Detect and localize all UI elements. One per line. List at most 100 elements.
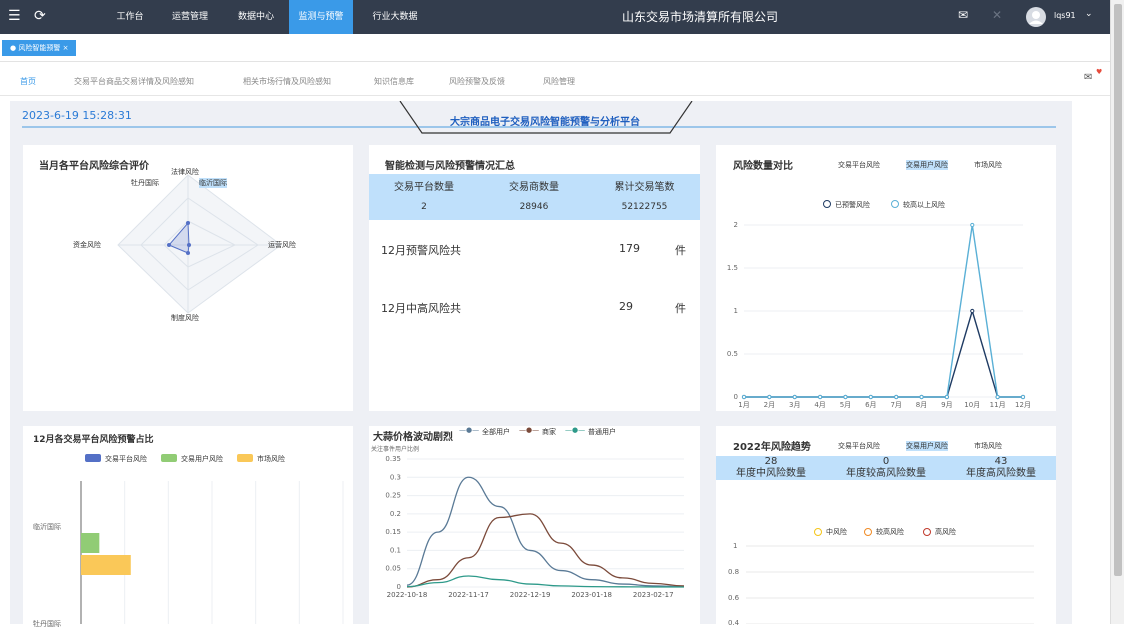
tab-risk-feedback[interactable]: 风险预警及反馈	[449, 76, 505, 87]
tab-home[interactable]: 首页	[20, 76, 36, 87]
tag-risk-warning[interactable]: ● 风险智能预警 ×	[2, 40, 77, 56]
radar-point	[167, 243, 171, 247]
radar-point	[186, 251, 190, 255]
username[interactable]: lqs91	[1054, 11, 1076, 20]
x-tick-label: 2022-11-17	[448, 591, 489, 599]
trend-panel: 2022年风险趋势 交易平台风险 交易用户风险 市场风险 28 年度中风险数量 …	[716, 426, 1056, 627]
bar	[81, 533, 100, 553]
data-point	[868, 394, 873, 400]
y-tick-label: 0	[734, 393, 738, 401]
x-tick-label: 10月	[964, 401, 980, 409]
x-tick-label: 2023-01-18	[571, 591, 612, 599]
summary-value: 52122755	[621, 202, 668, 212]
x-tick-label: 9月	[941, 401, 952, 409]
bar	[81, 555, 131, 575]
y-tick-label: 0.35	[385, 455, 401, 463]
data-point	[817, 394, 823, 400]
nav-workbench[interactable]: 工作台	[104, 0, 156, 34]
garlic-panel: 大蒜价格波动剧烈 关注事件用户比例 —●— 全部用户 —●— 商家 —●— 普通…	[369, 426, 700, 624]
top-navbar: ☰ ⟳ 工作台 运营管理 数据中心 监测与预警 行业大数据 山东交易市场清算所有…	[0, 0, 1110, 34]
x-tick-label: 1月	[738, 401, 749, 409]
high-risk-label: 12月中高风险共	[381, 302, 461, 315]
tag-bar: ● 风险智能预警 ×	[0, 34, 1110, 62]
header-banner: 大宗商品电子交易风险智能预警与分析平台	[450, 117, 640, 128]
nav-operations[interactable]: 运营管理	[164, 0, 216, 34]
radar-point	[186, 221, 190, 225]
high-risk-unit: 件	[675, 302, 686, 315]
summary-header: 累计交易笔数	[614, 182, 675, 193]
x-tick-label: 2023-02-17	[633, 591, 674, 599]
tab-trade-details[interactable]: 交易平台商品交易详情及风险感知	[74, 76, 194, 87]
share-chart	[80, 481, 344, 624]
category-label: 临沂国际	[33, 523, 61, 531]
summary-table: 交易平台数量 交易商数量 累计交易笔数 2 28946 52122755	[369, 174, 700, 220]
summary-title: 智能检测与风险预警情况汇总	[385, 161, 515, 172]
data-point	[894, 394, 899, 400]
nav-data-center[interactable]: 数据中心	[228, 0, 284, 34]
x-tick-label: 3月	[789, 401, 800, 409]
data-point	[919, 394, 924, 400]
warning-count: 179	[619, 242, 640, 255]
x-tick-label: 2022-12-19	[510, 591, 551, 599]
radar-legend-mudan[interactable]: 牡丹国际	[131, 178, 159, 188]
data-point	[741, 394, 747, 400]
y-tick-label: 0.15	[385, 528, 401, 536]
warning-label: 12月预警风险共	[381, 244, 461, 257]
share-panel: 12月各交易平台风险预警占比 交易平台风险 交易用户风险 市场风险 临沂国际 牡…	[23, 426, 353, 628]
heart-icon: ♥	[1096, 68, 1103, 76]
trend-chart	[746, 545, 1034, 624]
nav-industry-data[interactable]: 行业大数据	[360, 0, 430, 34]
radar-point	[187, 243, 191, 247]
tab-market-quotes[interactable]: 相关市场行情及风险感知	[243, 76, 331, 87]
mail-icon[interactable]: ✉	[958, 8, 968, 22]
x-tick-label: 6月	[865, 401, 876, 409]
y-tick-label: 0	[397, 583, 401, 591]
y-tick-label: 0.3	[390, 473, 401, 481]
scrollbar[interactable]	[1110, 0, 1124, 624]
x-tick-label: 4月	[814, 401, 825, 409]
x-tick-label: 2022-10-18	[387, 591, 428, 599]
tab-risk-management[interactable]: 风险管理	[543, 76, 575, 87]
y-tick-label: 0.25	[385, 492, 401, 500]
data-point	[767, 394, 772, 400]
data-point	[843, 394, 848, 400]
y-tick-label: 0.5	[727, 350, 738, 358]
data-point	[1020, 394, 1026, 400]
tab-bar: 首页 交易平台商品交易详情及风险感知 相关市场行情及风险感知 知识信息库 风险预…	[0, 68, 1110, 96]
app-title: 山东交易市场清算所有限公司	[621, 10, 778, 24]
chevron-down-icon[interactable]: ⌄	[1085, 9, 1093, 19]
avatar[interactable]	[1026, 7, 1046, 27]
radar-panel: 当月各平台风险综合评价 牡丹国际 临沂国际 法律风险 运营风险 制度风险 资金风…	[23, 145, 353, 411]
radar-legend-linyi[interactable]: 临沂国际	[199, 178, 227, 188]
trend-ytick: 0.6	[728, 594, 740, 602]
close-icon[interactable]: ✕	[992, 8, 1002, 22]
summary-header: 交易商数量	[509, 182, 559, 193]
y-tick-label: 0.1	[390, 546, 401, 554]
compare-chart: 0 0.5 1 1.5 2 1月 2月 3月 4月 5月 6月 7月 8月 9月 10月 11月 12月	[727, 221, 1031, 409]
data-point	[970, 222, 975, 228]
y-tick-label: 2	[734, 221, 738, 229]
dashboard: 2023-6-19 15:28:31 大宗商品电子交易风险智能预警与分析平台 当…	[10, 101, 1072, 628]
category-label: 牡丹国际	[33, 620, 61, 628]
x-tick-label: 12月	[1015, 401, 1031, 409]
summary-value: 28946	[519, 202, 549, 212]
x-tick-label: 2月	[764, 401, 775, 409]
y-tick-label: 0.05	[385, 565, 401, 573]
summary-panel: 智能检测与风险预警情况汇总 交易平台数量 交易商数量 累计交易笔数 2 2894…	[369, 145, 700, 411]
menu-icon[interactable]: ☰	[8, 8, 21, 24]
garlic-chart: 0 0.05 0.1 0.15 0.2 0.25 0.3 0.35 2022-10-18 2022…	[385, 455, 685, 599]
warning-unit: 件	[675, 244, 686, 257]
refresh-icon[interactable]: ⟳	[34, 8, 46, 24]
x-tick-label: 11月	[990, 401, 1006, 409]
compare-panel: 风险数量对比 交易平台风险 交易用户风险 市场风险 已预警风险 较高以上风险 0…	[716, 145, 1056, 411]
radar-axis-label: 资金风险	[73, 241, 101, 249]
y-tick-label: 0.2	[390, 510, 401, 518]
x-tick-label: 8月	[916, 401, 927, 409]
notification-icon[interactable]: ✉	[1084, 72, 1092, 83]
radar-chart	[117, 174, 282, 314]
data-point	[970, 308, 975, 314]
x-tick-label: 5月	[840, 401, 851, 409]
radar-axis-label: 运营风险	[268, 241, 296, 249]
nav-monitoring[interactable]: 监测与预警	[289, 0, 353, 34]
tab-knowledge-base[interactable]: 知识信息库	[374, 76, 414, 87]
